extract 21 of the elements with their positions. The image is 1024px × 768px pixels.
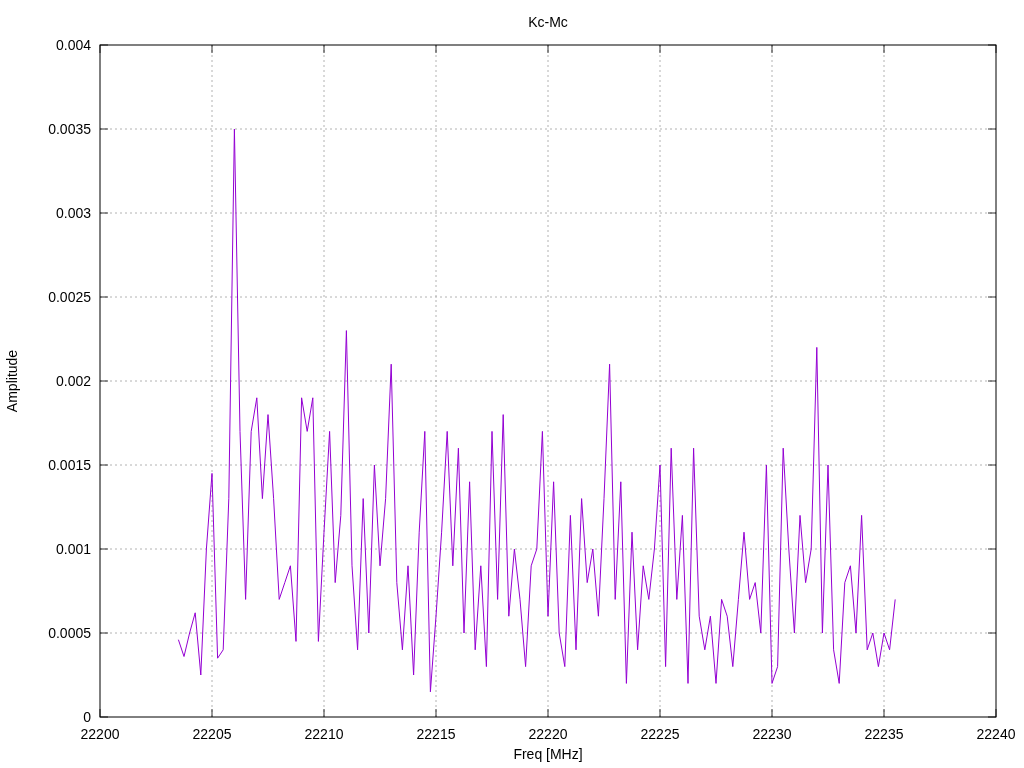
y-tick-label: 0.0025: [48, 289, 91, 305]
x-tick-label: 22225: [640, 726, 680, 742]
x-tick-label: 22240: [976, 726, 1016, 742]
y-tick-label: 0.004: [55, 37, 91, 53]
x-tick-label: 22210: [304, 726, 344, 742]
x-axis-title: Freq [MHz]: [513, 746, 583, 762]
y-tick-label: 0.002: [55, 373, 91, 389]
y-tick-label: 0.003: [55, 205, 91, 221]
x-tick-label: 22205: [192, 726, 232, 742]
x-tick-label: 22215: [416, 726, 456, 742]
y-tick-label: 0: [83, 709, 91, 725]
y-tick-label: 0.0035: [48, 121, 91, 137]
y-tick-label: 0.001: [55, 541, 91, 557]
x-tick-label: 22220: [528, 726, 568, 742]
x-tick-label: 22200: [80, 726, 120, 742]
chart-title: Kc-Mc: [528, 14, 568, 30]
y-tick-label: 0.0005: [48, 625, 91, 641]
y-tick-label: 0.0015: [48, 457, 91, 473]
x-tick-label: 22235: [864, 726, 904, 742]
y-axis-title: Amplitude: [4, 349, 20, 413]
x-tick-label: 22230: [752, 726, 792, 742]
